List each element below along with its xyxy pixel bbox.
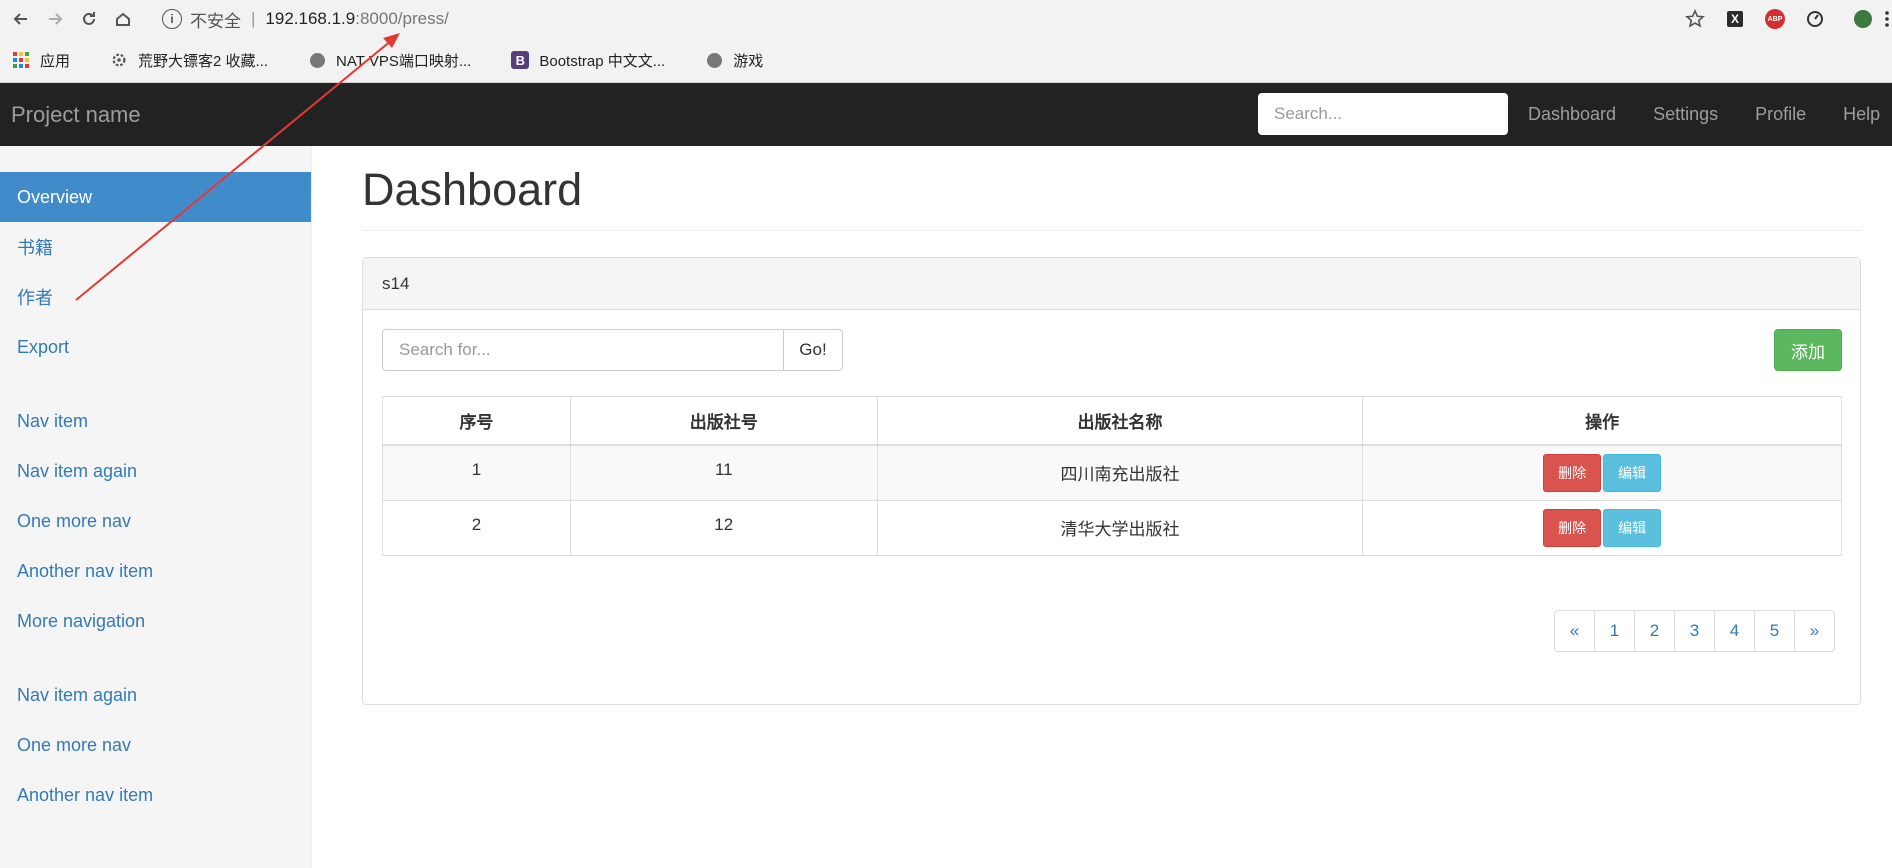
bookmark-label: Bootstrap 中文文...: [539, 52, 666, 70]
navbar-search-input[interactable]: [1258, 93, 1508, 135]
page-title: Dashboard: [362, 164, 583, 215]
table-row: 1 11 四川南充出版社 删除 编辑: [382, 444, 1842, 501]
sidebar-item-export[interactable]: Export: [0, 322, 311, 372]
column-header-actions: 操作: [1362, 396, 1842, 446]
column-header-index: 序号: [382, 396, 571, 446]
nav-link-help[interactable]: Help: [1843, 104, 1880, 125]
table-search-input[interactable]: [382, 329, 784, 371]
top-navbar: Project name Dashboard Settings Profile …: [0, 83, 1892, 146]
cell-press-id: 11: [569, 444, 878, 501]
sidebar-item-another-nav-item[interactable]: Another nav item: [0, 546, 311, 596]
page-5[interactable]: 5: [1754, 610, 1795, 652]
delete-button[interactable]: 删除: [1543, 454, 1602, 492]
add-button[interactable]: 添加: [1774, 329, 1842, 371]
page-3[interactable]: 3: [1674, 610, 1715, 652]
column-header-press-name: 出版社名称: [876, 396, 1364, 446]
security-label: 不安全: [190, 11, 241, 31]
forward-arrow-icon[interactable]: [42, 6, 68, 32]
page-prev[interactable]: «: [1554, 610, 1595, 652]
url-path: :8000/press/: [355, 9, 449, 28]
bookmark-label: 应用: [40, 52, 71, 70]
cell-press-name: 四川南充出版社: [876, 444, 1364, 501]
globe-icon: [705, 51, 723, 69]
extension-avatar-icon[interactable]: [1852, 8, 1874, 30]
table-row: 2 12 清华大学出版社 删除 编辑: [382, 499, 1842, 556]
bookmark-label: 游戏: [733, 52, 764, 70]
bookmark-label: 荒野大镖客2 收藏...: [138, 52, 269, 70]
cell-actions: 删除 编辑: [1362, 499, 1842, 556]
sidebar-item-one-more-nav[interactable]: One more nav: [0, 496, 311, 546]
url-host: 192.168.1.9: [265, 9, 356, 28]
toolbar-extensions: X ABP: [1666, 0, 1892, 38]
sidebar-item-books[interactable]: 书籍: [0, 222, 311, 272]
address-bar[interactable]: i 不安全 | 192.168.1.9:8000/press/: [162, 4, 449, 34]
reload-icon[interactable]: [76, 6, 102, 32]
sidebar-item-nav-item-again[interactable]: Nav item again: [0, 670, 311, 720]
bookmark-bootstrap[interactable]: B Bootstrap 中文文...: [511, 50, 665, 71]
pagination: « 1 2 3 4 5 »: [1554, 610, 1835, 652]
cell-index: 1: [382, 444, 571, 501]
sidebar-group-3: Nav item again One more nav Another nav …: [0, 670, 311, 820]
edit-button[interactable]: 编辑: [1603, 454, 1662, 492]
page-2[interactable]: 2: [1634, 610, 1675, 652]
sidebar-item-another-nav-item[interactable]: Another nav item: [0, 770, 311, 820]
go-button[interactable]: Go!: [784, 329, 843, 371]
edit-button[interactable]: 编辑: [1603, 508, 1662, 547]
delete-button[interactable]: 删除: [1543, 508, 1602, 547]
column-header-press-id: 出版社号: [569, 396, 878, 446]
bookmark-apps[interactable]: 应用: [12, 50, 70, 71]
sidebar: Overview 书籍 作者 Export Nav item Nav item …: [0, 146, 312, 868]
sidebar-item-more-navigation[interactable]: More navigation: [0, 596, 311, 646]
menu-dots-icon[interactable]: [1882, 8, 1892, 30]
page-4[interactable]: 4: [1714, 610, 1755, 652]
speed-gauge-icon[interactable]: [1804, 8, 1826, 30]
cell-actions: 删除 编辑: [1362, 444, 1842, 501]
panel-heading: s14: [363, 258, 1860, 310]
bookmark-games[interactable]: 游戏: [705, 50, 763, 71]
bookmarks-bar: 应用 荒野大镖客2 收藏... NAT VPS端口映射... B Bootstr…: [0, 38, 1892, 83]
title-divider: [362, 230, 1862, 231]
gear-icon: [110, 51, 128, 69]
sidebar-item-overview[interactable]: Overview: [0, 172, 311, 222]
globe-icon: [308, 51, 326, 69]
info-icon[interactable]: i: [162, 9, 182, 29]
press-panel: s14 Go! 添加 序号 出版社号 出版社名称 操作 1 11 四川南充出版社…: [362, 257, 1861, 705]
bootstrap-icon: B: [511, 51, 530, 69]
cell-press-id: 12: [569, 499, 878, 556]
table-search-group: Go!: [382, 329, 843, 371]
apps-grid-icon: [12, 51, 30, 69]
back-arrow-icon[interactable]: [8, 6, 34, 32]
sidebar-item-nav-item[interactable]: Nav item: [0, 396, 311, 446]
nav-link-profile[interactable]: Profile: [1755, 104, 1806, 125]
nav-link-settings[interactable]: Settings: [1653, 104, 1718, 125]
page-1[interactable]: 1: [1594, 610, 1635, 652]
sidebar-item-one-more-nav[interactable]: One more nav: [0, 720, 311, 770]
sidebar-item-authors[interactable]: 作者: [0, 272, 311, 322]
star-icon[interactable]: [1684, 8, 1706, 30]
excel-extension-icon[interactable]: X: [1724, 8, 1746, 30]
cell-index: 2: [382, 499, 571, 556]
bookmark-rdr2[interactable]: 荒野大镖客2 收藏...: [110, 50, 268, 71]
nav-link-dashboard[interactable]: Dashboard: [1528, 104, 1616, 125]
browser-toolbar: i 不安全 | 192.168.1.9:8000/press/ X ABP: [0, 0, 1892, 38]
page-next[interactable]: »: [1794, 610, 1835, 652]
press-table: 序号 出版社号 出版社名称 操作 1 11 四川南充出版社 删除 编辑 2 12 …: [382, 396, 1842, 556]
cell-press-name: 清华大学出版社: [876, 499, 1364, 556]
home-icon[interactable]: [110, 6, 136, 32]
sidebar-group-main: Overview 书籍 作者 Export: [0, 172, 311, 372]
adblock-icon[interactable]: ABP: [1764, 8, 1786, 30]
sidebar-group-2: Nav item Nav item again One more nav Ano…: [0, 396, 311, 646]
navbar-links: Dashboard Settings Profile Help: [1528, 83, 1892, 146]
bookmark-label: NAT VPS端口映射...: [336, 52, 472, 70]
bookmark-nat-vps[interactable]: NAT VPS端口映射...: [308, 50, 471, 71]
brand-link[interactable]: Project name: [11, 102, 141, 128]
table-header-row: 序号 出版社号 出版社名称 操作: [382, 396, 1842, 446]
sidebar-item-nav-item-again[interactable]: Nav item again: [0, 446, 311, 496]
address-divider: |: [251, 9, 256, 28]
